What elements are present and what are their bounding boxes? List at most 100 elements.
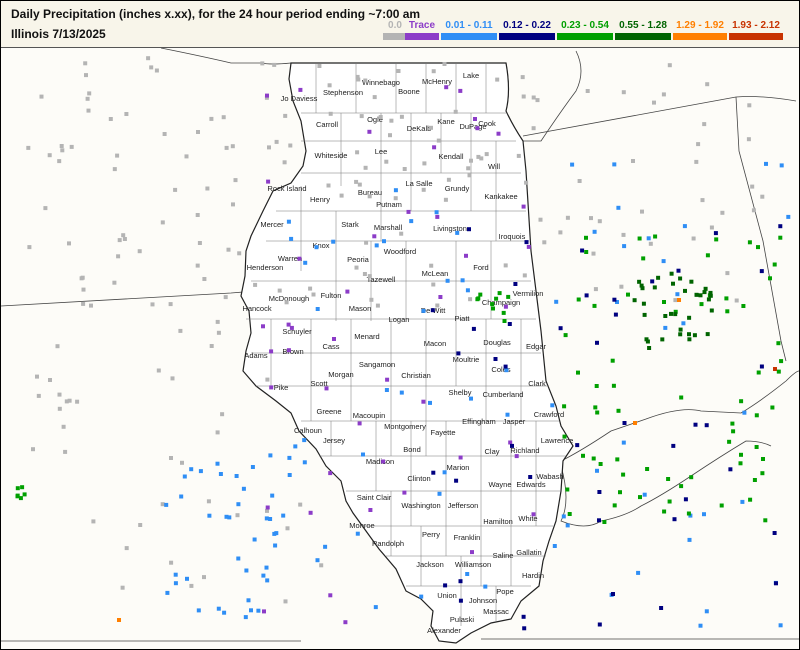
- station-marker: [626, 292, 630, 297]
- station-marker: [286, 219, 291, 224]
- station-marker: [434, 210, 439, 215]
- station-marker: [260, 61, 265, 66]
- station-marker: [315, 558, 320, 563]
- station-marker: [636, 570, 641, 575]
- station-marker: [471, 326, 476, 331]
- station-marker: [35, 374, 39, 379]
- legend-label: 0.0: [388, 20, 402, 31]
- station-marker: [677, 298, 681, 302]
- station-marker: [117, 238, 122, 243]
- station-marker: [266, 179, 271, 184]
- station-marker: [641, 256, 646, 261]
- station-marker: [702, 122, 707, 127]
- station-marker: [752, 478, 757, 482]
- station-marker: [503, 263, 508, 268]
- station-marker: [367, 129, 372, 134]
- legend-swatch: [729, 33, 783, 40]
- station-marker: [611, 592, 615, 596]
- station-marker: [535, 98, 540, 103]
- station-marker: [86, 108, 91, 113]
- station-marker: [267, 145, 271, 150]
- station-marker: [197, 241, 202, 245]
- station-marker: [209, 344, 214, 348]
- station-marker: [220, 412, 225, 417]
- station-marker: [475, 126, 480, 131]
- county-label: Montgomery: [384, 422, 426, 431]
- station-marker: [580, 248, 585, 253]
- station-marker: [705, 253, 710, 258]
- station-marker: [261, 324, 265, 329]
- station-marker: [464, 253, 468, 258]
- station-marker: [265, 93, 269, 98]
- station-marker: [779, 359, 784, 364]
- county-label: Schuyler: [282, 327, 312, 336]
- station-marker: [637, 279, 642, 284]
- station-marker: [156, 368, 161, 373]
- station-marker: [75, 399, 80, 404]
- county-label: Calhoun: [294, 426, 322, 435]
- station-marker: [483, 584, 488, 589]
- station-marker: [687, 337, 692, 342]
- station-marker: [362, 272, 367, 276]
- station-marker: [286, 348, 291, 353]
- station-marker: [422, 161, 427, 166]
- county-label: Henderson: [247, 263, 284, 272]
- station-marker: [367, 274, 372, 279]
- station-marker: [47, 153, 52, 158]
- station-marker: [231, 202, 235, 207]
- station-marker: [504, 368, 509, 373]
- station-marker: [662, 509, 667, 514]
- county-label: Jefferson: [448, 501, 479, 510]
- station-marker: [363, 165, 368, 170]
- station-marker: [269, 349, 274, 354]
- station-marker: [385, 377, 390, 382]
- station-marker: [754, 413, 759, 418]
- station-marker: [162, 132, 167, 136]
- station-marker: [772, 531, 777, 535]
- station-marker: [554, 299, 559, 304]
- station-marker: [256, 608, 261, 613]
- station-marker: [230, 144, 235, 149]
- station-marker: [584, 250, 589, 254]
- station-marker: [633, 421, 637, 425]
- county-label: Whiteside: [315, 151, 348, 160]
- station-marker: [206, 499, 211, 504]
- michigan-border: [522, 96, 797, 137]
- station-marker: [293, 444, 298, 449]
- county-label: Richland: [510, 446, 539, 455]
- station-marker: [584, 293, 589, 298]
- station-marker: [720, 210, 725, 215]
- station-marker: [122, 237, 127, 241]
- county-label: Wayne: [488, 480, 511, 489]
- county-label: Effingham: [462, 417, 496, 426]
- county-label: Will: [488, 162, 500, 171]
- station-marker: [419, 594, 424, 599]
- station-marker: [689, 475, 694, 480]
- county-label: Greene: [316, 407, 341, 416]
- station-marker: [308, 286, 313, 291]
- station-marker: [467, 227, 471, 232]
- station-marker: [170, 376, 175, 381]
- station-marker: [714, 237, 719, 242]
- station-marker: [399, 231, 404, 236]
- station-marker: [317, 64, 322, 68]
- county-label: Moultrie: [453, 355, 480, 364]
- station-marker: [669, 311, 673, 316]
- station-marker: [522, 626, 527, 631]
- station-marker: [694, 159, 699, 164]
- county-label: Saint Clair: [357, 493, 392, 502]
- station-marker: [22, 492, 27, 497]
- county-label: McHenry: [422, 77, 452, 86]
- station-marker: [698, 293, 703, 298]
- station-marker: [473, 117, 477, 121]
- station-marker: [215, 319, 220, 324]
- station-marker: [399, 390, 404, 395]
- station-marker: [779, 163, 784, 168]
- county-label: Lawrence: [541, 436, 574, 445]
- county-label: Macon: [424, 339, 447, 348]
- station-marker: [328, 593, 333, 598]
- station-marker: [747, 240, 752, 245]
- station-marker: [36, 393, 41, 398]
- station-marker: [647, 346, 652, 350]
- station-marker: [364, 240, 369, 245]
